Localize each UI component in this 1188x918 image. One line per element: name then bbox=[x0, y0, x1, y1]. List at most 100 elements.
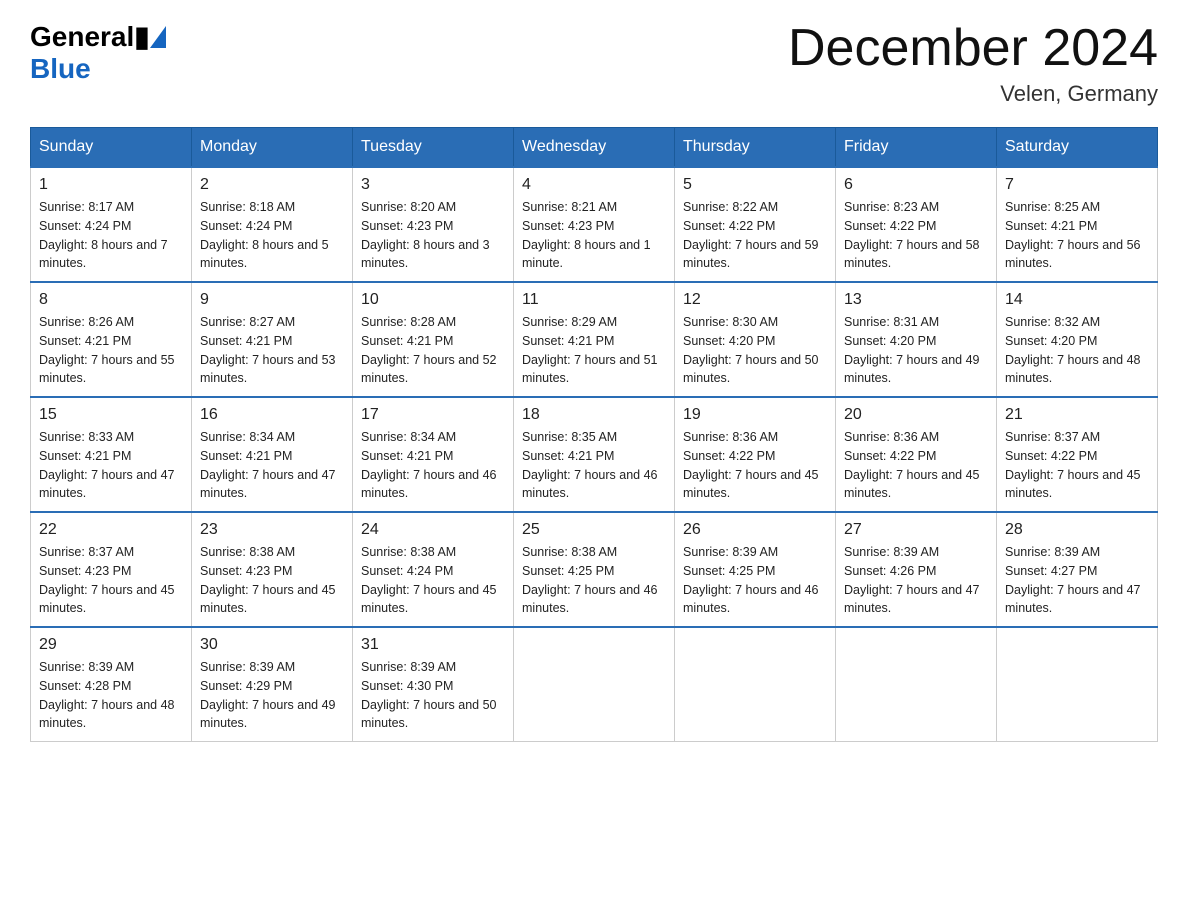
sunset-label: Sunset: 4:30 PM bbox=[361, 679, 453, 693]
day-cell: 7 Sunrise: 8:25 AM Sunset: 4:21 PM Dayli… bbox=[997, 167, 1158, 282]
day-number: 31 bbox=[361, 636, 505, 654]
sunrise-label: Sunrise: 8:30 AM bbox=[683, 315, 778, 329]
day-info: Sunrise: 8:37 AM Sunset: 4:23 PM Dayligh… bbox=[39, 543, 183, 618]
day-cell: 14 Sunrise: 8:32 AM Sunset: 4:20 PM Dayl… bbox=[997, 282, 1158, 397]
daylight-label: Daylight: 7 hours and 59 minutes. bbox=[683, 238, 819, 271]
daylight-label: Daylight: 7 hours and 45 minutes. bbox=[200, 583, 336, 616]
sunset-label: Sunset: 4:23 PM bbox=[200, 564, 292, 578]
header-row: Sunday Monday Tuesday Wednesday Thursday… bbox=[31, 128, 1158, 168]
day-number: 25 bbox=[522, 521, 666, 539]
day-number: 20 bbox=[844, 406, 988, 424]
day-number: 26 bbox=[683, 521, 827, 539]
day-number: 24 bbox=[361, 521, 505, 539]
daylight-label: Daylight: 7 hours and 46 minutes. bbox=[361, 468, 497, 501]
daylight-label: Daylight: 7 hours and 48 minutes. bbox=[1005, 353, 1141, 386]
day-info: Sunrise: 8:28 AM Sunset: 4:21 PM Dayligh… bbox=[361, 313, 505, 388]
day-number: 2 bbox=[200, 176, 344, 194]
daylight-label: Daylight: 7 hours and 45 minutes. bbox=[844, 468, 980, 501]
sunrise-label: Sunrise: 8:25 AM bbox=[1005, 200, 1100, 214]
daylight-label: Daylight: 7 hours and 58 minutes. bbox=[844, 238, 980, 271]
sunrise-label: Sunrise: 8:20 AM bbox=[361, 200, 456, 214]
day-number: 22 bbox=[39, 521, 183, 539]
sunset-label: Sunset: 4:20 PM bbox=[683, 334, 775, 348]
day-info: Sunrise: 8:39 AM Sunset: 4:26 PM Dayligh… bbox=[844, 543, 988, 618]
day-cell: 12 Sunrise: 8:30 AM Sunset: 4:20 PM Dayl… bbox=[675, 282, 836, 397]
location-subtitle: Velen, Germany bbox=[788, 81, 1158, 107]
day-info: Sunrise: 8:39 AM Sunset: 4:28 PM Dayligh… bbox=[39, 658, 183, 733]
day-cell: 13 Sunrise: 8:31 AM Sunset: 4:20 PM Dayl… bbox=[836, 282, 997, 397]
day-info: Sunrise: 8:39 AM Sunset: 4:25 PM Dayligh… bbox=[683, 543, 827, 618]
day-cell: 10 Sunrise: 8:28 AM Sunset: 4:21 PM Dayl… bbox=[353, 282, 514, 397]
day-cell: 22 Sunrise: 8:37 AM Sunset: 4:23 PM Dayl… bbox=[31, 512, 192, 627]
sunset-label: Sunset: 4:21 PM bbox=[200, 334, 292, 348]
day-info: Sunrise: 8:38 AM Sunset: 4:24 PM Dayligh… bbox=[361, 543, 505, 618]
day-cell bbox=[675, 627, 836, 742]
day-cell: 20 Sunrise: 8:36 AM Sunset: 4:22 PM Dayl… bbox=[836, 397, 997, 512]
day-info: Sunrise: 8:38 AM Sunset: 4:25 PM Dayligh… bbox=[522, 543, 666, 618]
sunset-label: Sunset: 4:21 PM bbox=[522, 449, 614, 463]
day-info: Sunrise: 8:37 AM Sunset: 4:22 PM Dayligh… bbox=[1005, 428, 1149, 503]
day-cell: 30 Sunrise: 8:39 AM Sunset: 4:29 PM Dayl… bbox=[192, 627, 353, 742]
week-row-5: 29 Sunrise: 8:39 AM Sunset: 4:28 PM Dayl… bbox=[31, 627, 1158, 742]
sunrise-label: Sunrise: 8:34 AM bbox=[361, 430, 456, 444]
sunrise-label: Sunrise: 8:37 AM bbox=[39, 545, 134, 559]
sunset-label: Sunset: 4:23 PM bbox=[39, 564, 131, 578]
daylight-label: Daylight: 8 hours and 3 minutes. bbox=[361, 238, 490, 271]
sunrise-label: Sunrise: 8:17 AM bbox=[39, 200, 134, 214]
sunrise-label: Sunrise: 8:37 AM bbox=[1005, 430, 1100, 444]
day-cell: 5 Sunrise: 8:22 AM Sunset: 4:22 PM Dayli… bbox=[675, 167, 836, 282]
day-info: Sunrise: 8:21 AM Sunset: 4:23 PM Dayligh… bbox=[522, 198, 666, 273]
day-number: 7 bbox=[1005, 176, 1149, 194]
daylight-label: Daylight: 7 hours and 47 minutes. bbox=[39, 468, 175, 501]
day-cell: 1 Sunrise: 8:17 AM Sunset: 4:24 PM Dayli… bbox=[31, 167, 192, 282]
daylight-label: Daylight: 7 hours and 45 minutes. bbox=[39, 583, 175, 616]
day-number: 16 bbox=[200, 406, 344, 424]
day-cell: 15 Sunrise: 8:33 AM Sunset: 4:21 PM Dayl… bbox=[31, 397, 192, 512]
calendar-table: Sunday Monday Tuesday Wednesday Thursday… bbox=[30, 127, 1158, 742]
sunset-label: Sunset: 4:29 PM bbox=[200, 679, 292, 693]
day-cell bbox=[514, 627, 675, 742]
sunset-label: Sunset: 4:20 PM bbox=[844, 334, 936, 348]
day-number: 4 bbox=[522, 176, 666, 194]
sunrise-label: Sunrise: 8:34 AM bbox=[200, 430, 295, 444]
daylight-label: Daylight: 7 hours and 45 minutes. bbox=[683, 468, 819, 501]
daylight-label: Daylight: 7 hours and 46 minutes. bbox=[683, 583, 819, 616]
day-number: 21 bbox=[1005, 406, 1149, 424]
week-row-1: 1 Sunrise: 8:17 AM Sunset: 4:24 PM Dayli… bbox=[31, 167, 1158, 282]
sunrise-label: Sunrise: 8:27 AM bbox=[200, 315, 295, 329]
sunrise-label: Sunrise: 8:22 AM bbox=[683, 200, 778, 214]
sunrise-label: Sunrise: 8:39 AM bbox=[683, 545, 778, 559]
day-info: Sunrise: 8:26 AM Sunset: 4:21 PM Dayligh… bbox=[39, 313, 183, 388]
sunrise-label: Sunrise: 8:39 AM bbox=[200, 660, 295, 674]
sunset-label: Sunset: 4:21 PM bbox=[361, 449, 453, 463]
day-cell: 19 Sunrise: 8:36 AM Sunset: 4:22 PM Dayl… bbox=[675, 397, 836, 512]
logo-blue-part: ▮ bbox=[134, 20, 165, 53]
day-cell: 21 Sunrise: 8:37 AM Sunset: 4:22 PM Dayl… bbox=[997, 397, 1158, 512]
daylight-label: Daylight: 7 hours and 50 minutes. bbox=[683, 353, 819, 386]
day-number: 5 bbox=[683, 176, 827, 194]
sunrise-label: Sunrise: 8:39 AM bbox=[844, 545, 939, 559]
day-number: 9 bbox=[200, 291, 344, 309]
daylight-label: Daylight: 7 hours and 47 minutes. bbox=[844, 583, 980, 616]
day-cell bbox=[836, 627, 997, 742]
day-number: 3 bbox=[361, 176, 505, 194]
day-info: Sunrise: 8:31 AM Sunset: 4:20 PM Dayligh… bbox=[844, 313, 988, 388]
header-saturday: Saturday bbox=[997, 128, 1158, 168]
day-info: Sunrise: 8:39 AM Sunset: 4:29 PM Dayligh… bbox=[200, 658, 344, 733]
day-number: 11 bbox=[522, 291, 666, 309]
day-info: Sunrise: 8:39 AM Sunset: 4:27 PM Dayligh… bbox=[1005, 543, 1149, 618]
logo-general-text: General bbox=[30, 21, 134, 53]
sunset-label: Sunset: 4:20 PM bbox=[1005, 334, 1097, 348]
day-cell: 29 Sunrise: 8:39 AM Sunset: 4:28 PM Dayl… bbox=[31, 627, 192, 742]
daylight-label: Daylight: 7 hours and 50 minutes. bbox=[361, 698, 497, 731]
sunrise-label: Sunrise: 8:21 AM bbox=[522, 200, 617, 214]
day-info: Sunrise: 8:33 AM Sunset: 4:21 PM Dayligh… bbox=[39, 428, 183, 503]
header-friday: Friday bbox=[836, 128, 997, 168]
month-year-title: December 2024 bbox=[788, 20, 1158, 77]
day-cell: 28 Sunrise: 8:39 AM Sunset: 4:27 PM Dayl… bbox=[997, 512, 1158, 627]
sunset-label: Sunset: 4:23 PM bbox=[361, 219, 453, 233]
day-info: Sunrise: 8:39 AM Sunset: 4:30 PM Dayligh… bbox=[361, 658, 505, 733]
title-section: December 2024 Velen, Germany bbox=[788, 20, 1158, 107]
sunset-label: Sunset: 4:21 PM bbox=[522, 334, 614, 348]
day-cell: 17 Sunrise: 8:34 AM Sunset: 4:21 PM Dayl… bbox=[353, 397, 514, 512]
